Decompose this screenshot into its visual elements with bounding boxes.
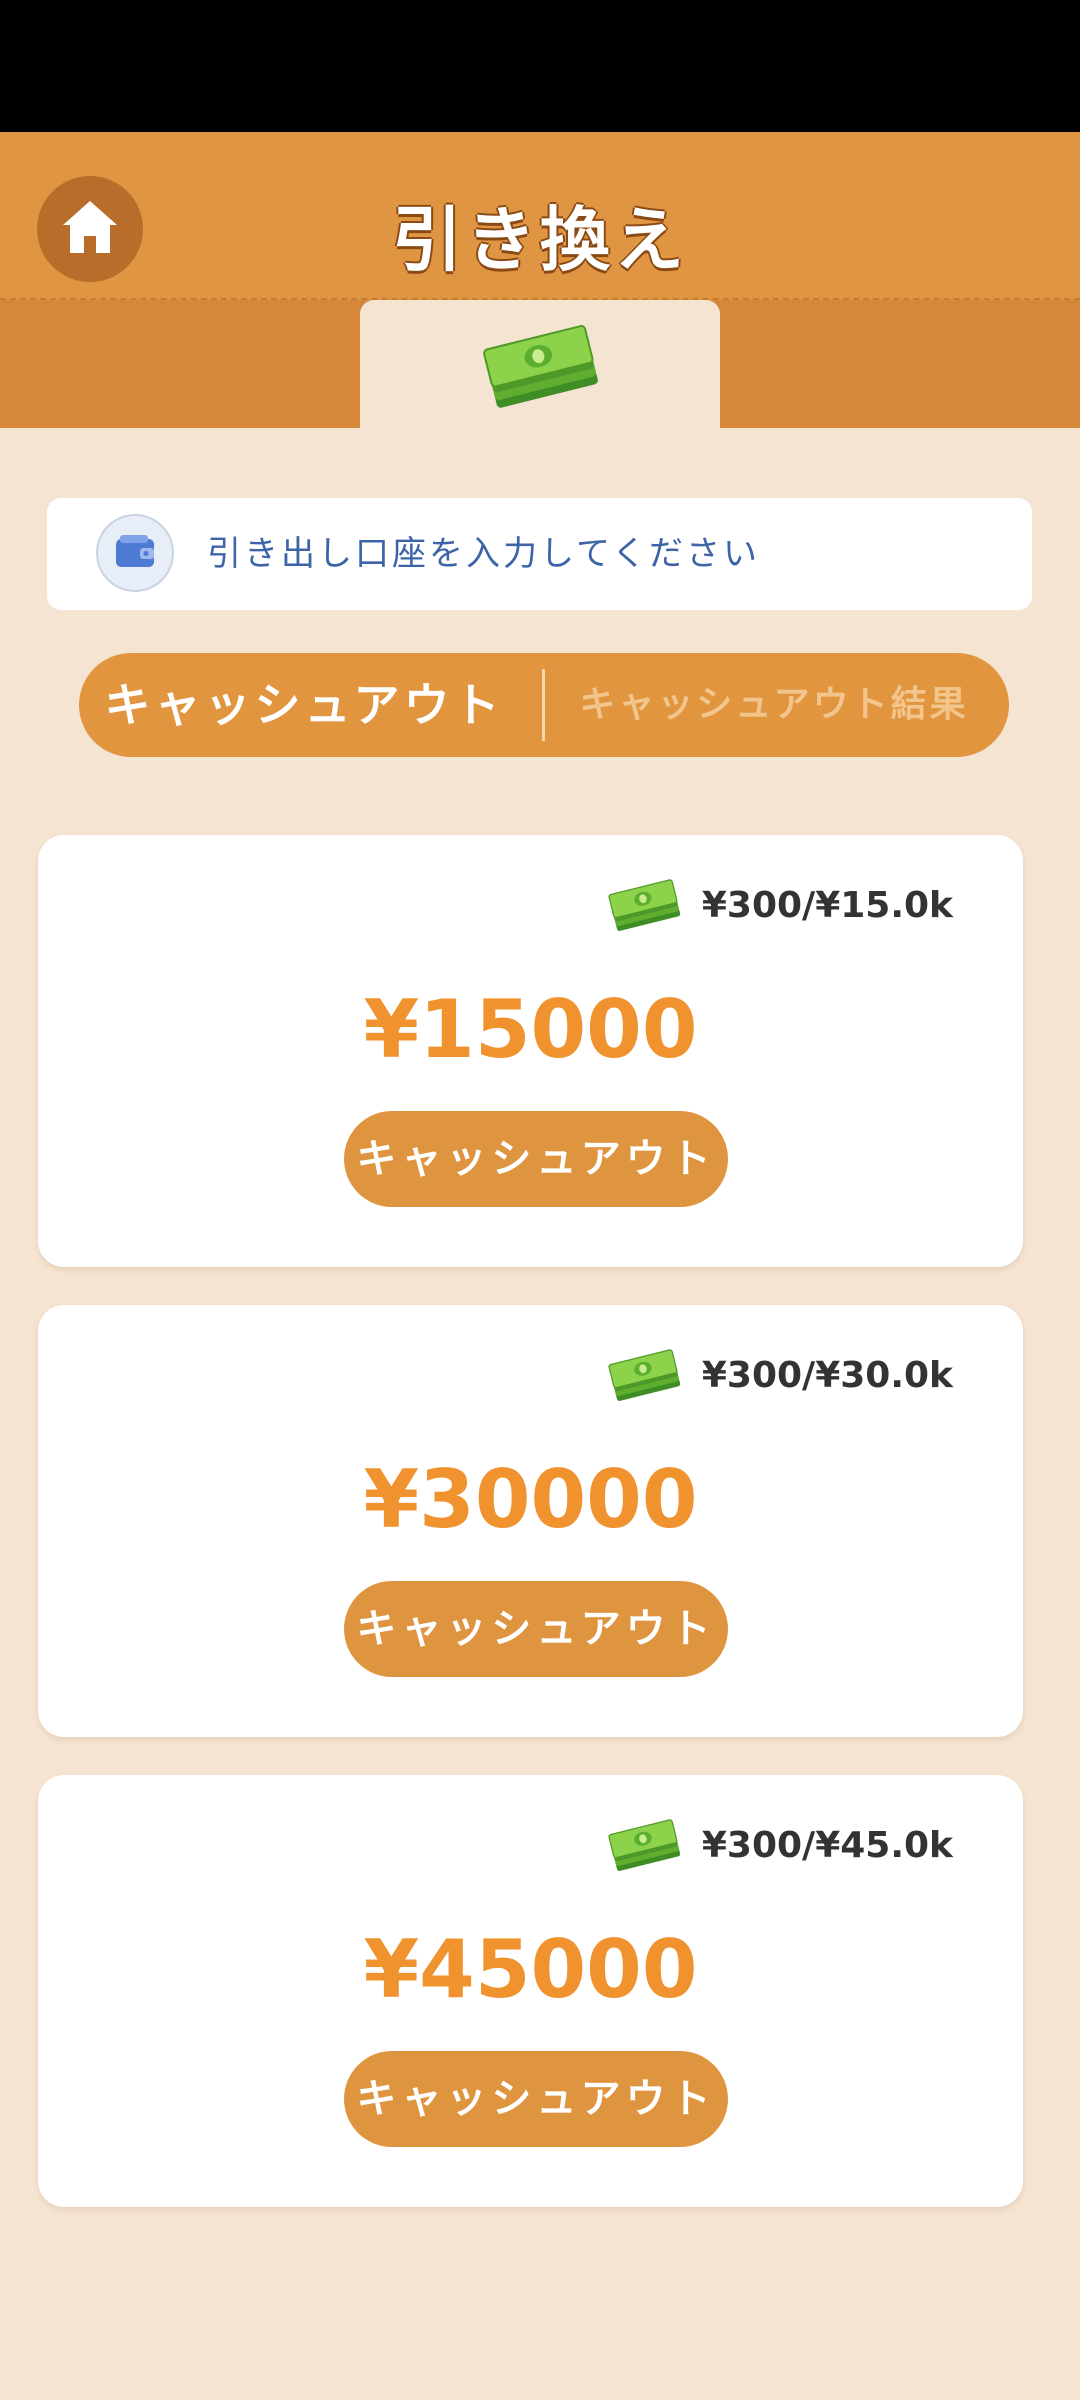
progress-row: ¥300/¥30.0k: [606, 1343, 953, 1407]
wallet-icon: [114, 533, 156, 573]
progress-row: ¥300/¥45.0k: [606, 1813, 953, 1877]
account-prompt: 引き出し口座を入力してください: [207, 534, 760, 574]
withdrawal-account-input[interactable]: 引き出し口座を入力してください: [47, 498, 1032, 610]
cashout-card: ¥300/¥45.0k ¥45000 キャッシュアウト: [38, 1775, 1023, 2207]
progress-text: ¥300/¥15.0k: [701, 884, 953, 926]
tab-cashout-results[interactable]: キャッシュアウト結果: [559, 653, 989, 757]
cashout-button[interactable]: キャッシュアウト: [344, 1581, 728, 1677]
tab-cashout[interactable]: キャッシュアウト: [99, 653, 509, 757]
cash-stack-icon: [480, 315, 600, 415]
progress-text: ¥300/¥30.0k: [701, 1354, 953, 1396]
page-title: 引き換え: [392, 199, 688, 281]
status-bar: [0, 0, 1080, 132]
progress-row: ¥300/¥15.0k: [606, 873, 953, 937]
cashout-card: ¥300/¥15.0k ¥15000 キャッシュアウト: [38, 835, 1023, 1267]
cashout-button[interactable]: キャッシュアウト: [344, 2051, 728, 2147]
currency-tab[interactable]: [360, 300, 720, 430]
cashout-card: ¥300/¥30.0k ¥30000 キャッシュアウト: [38, 1305, 1023, 1737]
header-top-bar: 引き換え: [0, 132, 1080, 300]
cash-stack-icon: [606, 1343, 682, 1407]
progress-text: ¥300/¥45.0k: [701, 1824, 953, 1866]
cashout-tab-bar: キャッシュアウト キャッシュアウト結果: [79, 653, 1009, 757]
cashout-amount: ¥30000: [363, 1453, 698, 1546]
cash-stack-icon: [606, 1813, 682, 1877]
cashout-button[interactable]: キャッシュアウト: [344, 1111, 728, 1207]
tab-divider: [542, 669, 545, 741]
cashout-amount: ¥15000: [363, 983, 698, 1076]
wallet-icon-badge: [96, 514, 174, 592]
cashout-amount: ¥45000: [363, 1923, 698, 2016]
header: 引き換え: [0, 132, 1080, 430]
cash-stack-icon: [606, 873, 682, 937]
